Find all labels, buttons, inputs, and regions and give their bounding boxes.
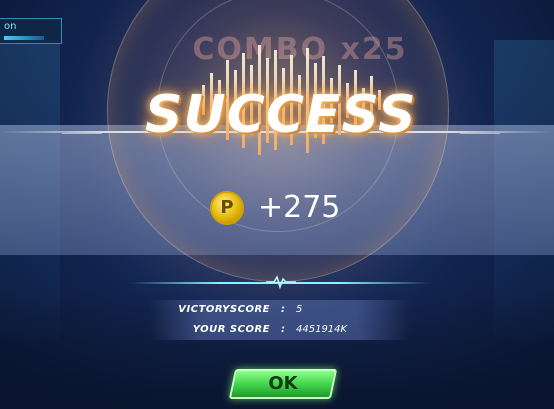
hud-top-left-text: on	[4, 21, 17, 32]
stat-row-your-score: YOUR SCORE : 4451914K	[150, 320, 410, 340]
stat-separator: :	[281, 324, 285, 335]
left-pulse-line	[62, 133, 102, 134]
ok-button[interactable]: OK	[228, 369, 338, 399]
ok-button-label: OK	[268, 373, 298, 394]
hud-top-left-label: on	[0, 18, 62, 44]
hud-top-left-bar	[4, 36, 44, 40]
stat-label: YOUR SCORE	[192, 324, 270, 335]
stat-separator: :	[281, 304, 285, 315]
stat-label: VICTORYSCORE	[178, 304, 270, 315]
stat-value: 5	[296, 304, 303, 315]
point-coin-icon: P	[210, 191, 244, 225]
reward-amount: +275	[258, 190, 341, 225]
success-title: SUCCESS	[145, 85, 417, 145]
right-pulse-line	[460, 133, 500, 134]
stat-row-victory-score: VICTORYSCORE : 5	[150, 300, 410, 320]
heartbeat-icon	[266, 275, 296, 290]
stat-value: 4451914K	[296, 324, 348, 335]
